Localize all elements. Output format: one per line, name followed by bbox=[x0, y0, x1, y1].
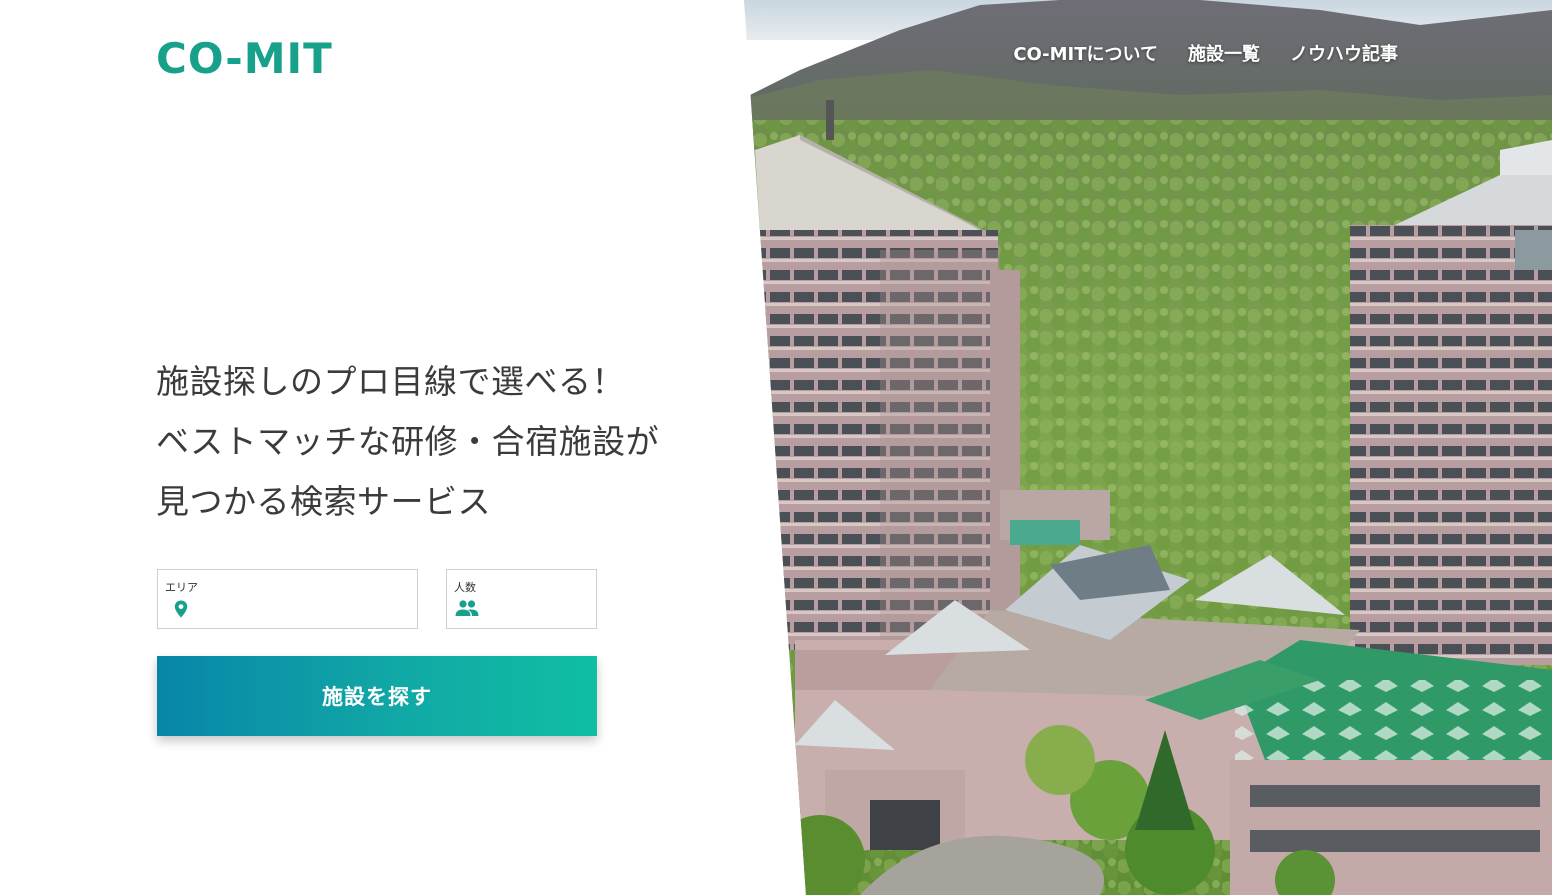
nav-about-link[interactable]: CO-MITについて bbox=[1013, 40, 1158, 70]
headline-line-1: 施設探しのプロ目線で選べる！ bbox=[156, 362, 625, 401]
area-field[interactable]: エリア bbox=[157, 569, 418, 629]
headline-line-3: 見つかる検索サービス bbox=[156, 482, 491, 521]
area-input[interactable] bbox=[196, 597, 407, 621]
hero-headline: 施設探しのプロ目線で選べる！ ベストマッチな研修・合宿施設が 見つかる検索サービ… bbox=[156, 352, 736, 532]
landing-page: CO-MIT CO-MITについて 施設一覧 ノウハウ記事 施設探しのプロ目線で… bbox=[0, 0, 1552, 895]
people-input[interactable] bbox=[485, 597, 586, 621]
headline-line-2: ベストマッチな研修・合宿施設が bbox=[156, 422, 660, 461]
nav-facility-list-link[interactable]: 施設一覧 bbox=[1188, 40, 1260, 70]
brand-logo[interactable]: CO-MIT bbox=[156, 34, 346, 84]
logo-wordmark: CO-MIT bbox=[156, 34, 333, 83]
top-nav: CO-MITについて 施設一覧 ノウハウ記事 bbox=[1013, 40, 1398, 70]
people-field-label: 人数 bbox=[454, 581, 476, 594]
people-count-field[interactable]: 人数 bbox=[446, 569, 597, 629]
nav-knowhow-articles-link[interactable]: ノウハウ記事 bbox=[1290, 40, 1398, 70]
area-field-label: エリア bbox=[165, 581, 198, 594]
map-pin-icon bbox=[174, 600, 188, 618]
search-facilities-button[interactable]: 施設を探す bbox=[157, 656, 597, 736]
people-icon bbox=[455, 600, 479, 616]
